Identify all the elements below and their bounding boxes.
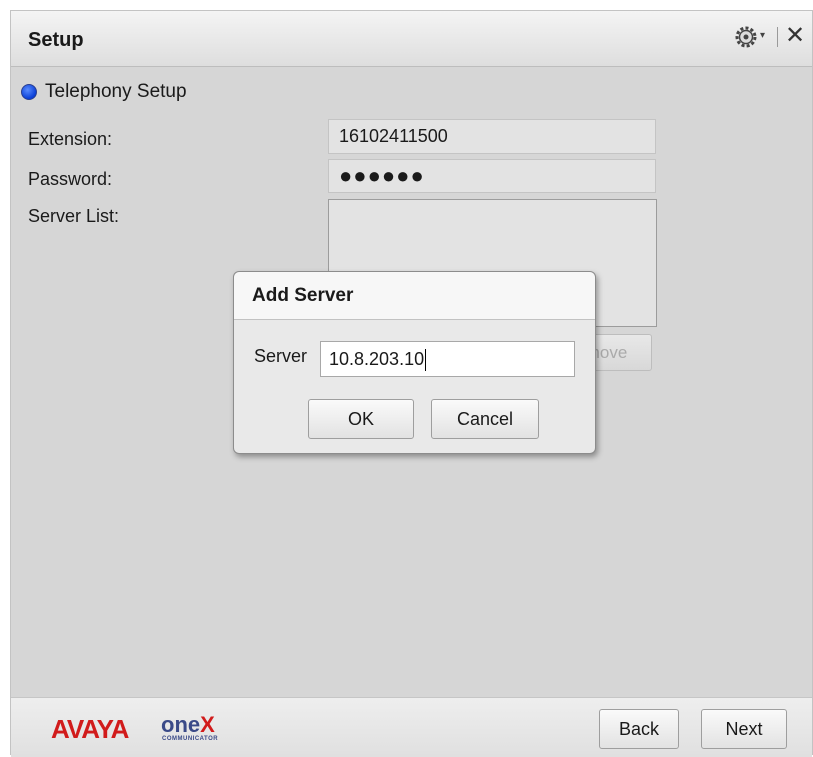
server-list-label: Server List: bbox=[28, 206, 120, 226]
server-input[interactable]: 10.8.203.10 bbox=[320, 341, 575, 377]
remove-button[interactable]: Remove bbox=[591, 334, 652, 371]
setup-window: Setup ▾ ✕ Telephony Setup Extension: 161… bbox=[10, 10, 813, 757]
dialog-title: Add Server bbox=[252, 285, 354, 306]
add-server-dialog: Add Server Server 10.8.203.10 OK Cancel bbox=[233, 271, 596, 454]
close-icon[interactable]: ✕ bbox=[785, 23, 807, 49]
section-label: Telephony Setup bbox=[45, 81, 187, 102]
logo-subtitle: COMMUNICATOR bbox=[162, 736, 219, 742]
logo-brand: AVAYA bbox=[51, 714, 129, 744]
password-label: Password: bbox=[28, 169, 113, 189]
title-separator bbox=[777, 27, 778, 47]
dialog-title-bar: Add Server bbox=[234, 272, 595, 320]
chevron-down-icon[interactable]: ▾ bbox=[760, 30, 765, 41]
password-field[interactable]: ●●●●●● bbox=[328, 159, 656, 193]
footer-bar: AVAYA oneX COMMUNICATOR Back Next bbox=[11, 697, 812, 757]
logo-product-x: X bbox=[200, 712, 215, 737]
logo-product-one: one bbox=[161, 712, 201, 737]
radio-selected-icon[interactable] bbox=[21, 84, 37, 100]
server-input-value: 10.8.203.10 bbox=[329, 349, 425, 369]
cancel-button[interactable]: Cancel bbox=[431, 399, 539, 439]
title-bar: Setup ▾ ✕ bbox=[11, 11, 812, 67]
extension-label: Extension: bbox=[28, 129, 113, 149]
logo-product: oneX bbox=[161, 712, 215, 738]
text-cursor bbox=[425, 349, 427, 372]
next-button[interactable]: Next bbox=[701, 709, 787, 749]
back-button[interactable]: Back bbox=[599, 709, 679, 749]
server-label: Server bbox=[254, 346, 308, 366]
gear-icon[interactable] bbox=[733, 24, 759, 50]
ok-button[interactable]: OK bbox=[308, 399, 414, 439]
window-title: Setup bbox=[28, 29, 84, 51]
extension-field[interactable]: 16102411500 bbox=[328, 119, 656, 154]
remove-button-label: Remove bbox=[592, 343, 628, 362]
